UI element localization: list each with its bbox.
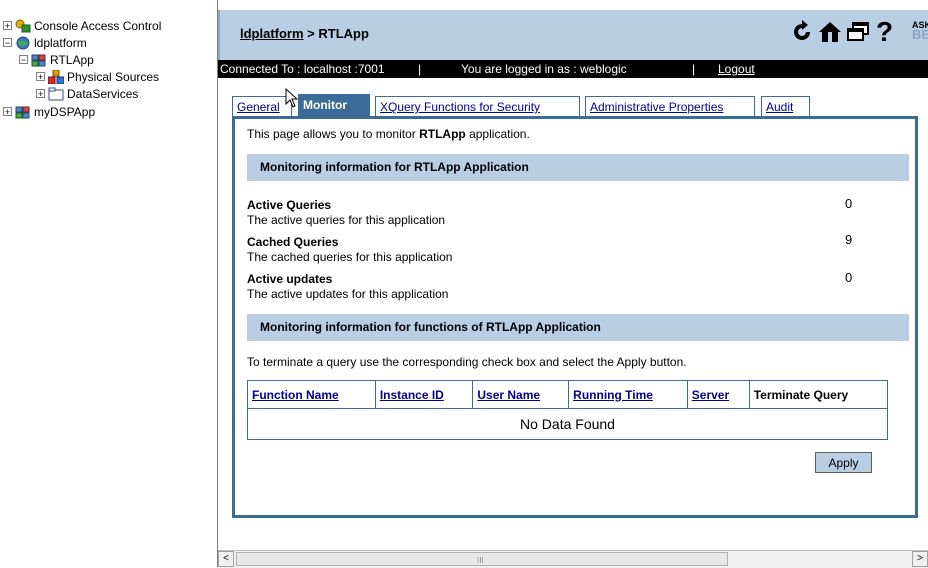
- header-edge: [218, 10, 220, 60]
- tree-item-label: Console Access Control: [34, 18, 162, 33]
- metric-label-active-updates: Active updates: [247, 272, 333, 286]
- tab-general[interactable]: General: [232, 96, 292, 116]
- status-separator: |: [692, 62, 696, 76]
- metric-value-active-updates: 0: [845, 270, 853, 285]
- metric-label-cached-queries: Cached Queries: [247, 235, 339, 249]
- apply-button[interactable]: Apply: [815, 452, 872, 473]
- tree-item-mydspapp[interactable]: + myDSPApp: [3, 103, 95, 119]
- table-row: No Data Found: [247, 408, 888, 440]
- section-header-app-monitoring: Monitoring information for RTLApp Applic…: [247, 154, 909, 181]
- intro-suffix: application.: [465, 127, 530, 141]
- column-function-name[interactable]: Function Name: [247, 380, 376, 409]
- collapse-icon[interactable]: −: [3, 38, 12, 48]
- section-header-function-monitoring: Monitoring information for functions of …: [247, 314, 909, 341]
- expand-icon[interactable]: +: [36, 89, 45, 99]
- tree-item-rtlapp[interactable]: − RTLApp: [19, 51, 94, 67]
- column-server[interactable]: Server: [686, 380, 750, 409]
- table-header-row: Function Name Instance ID User Name Runn…: [247, 380, 889, 409]
- scroll-right-button[interactable]: >: [912, 551, 928, 567]
- column-user-name[interactable]: User Name: [472, 380, 570, 409]
- tree-item-label: myDSPApp: [34, 104, 96, 119]
- status-bar: Connected To : localhost :7001 | You are…: [218, 60, 928, 78]
- tab-audit[interactable]: Audit: [761, 96, 810, 116]
- ask-bea-logo[interactable]: ASK BE: [912, 20, 928, 41]
- collapse-icon[interactable]: −: [19, 55, 28, 65]
- expand-icon[interactable]: +: [36, 72, 45, 82]
- status-separator: |: [418, 62, 422, 76]
- tree-item-console-access-control[interactable]: + Console Access Control: [3, 17, 161, 33]
- windows-icon[interactable]: [846, 20, 870, 47]
- access-control-icon: [15, 19, 31, 33]
- logout-link[interactable]: Logout: [718, 60, 755, 78]
- help-icon[interactable]: ?: [876, 18, 893, 46]
- intro-app-name: RTLApp: [419, 127, 466, 141]
- application-icon: [15, 105, 31, 119]
- expand-icon[interactable]: +: [3, 21, 12, 31]
- tree-item-label: DataServices: [67, 86, 139, 101]
- tree-container: + Console Access Control − ldplatform − RTL…: [0, 0, 217, 567]
- scroll-grip: III: [477, 556, 484, 565]
- scroll-thumb[interactable]: III: [236, 552, 728, 566]
- tree-item-dataservices[interactable]: + DataServices: [36, 85, 138, 101]
- tree-item-ldplatform[interactable]: − ldplatform: [3, 34, 87, 50]
- tree-item-label: Physical Sources: [67, 69, 160, 84]
- tab-monitor[interactable]: Monitor: [298, 94, 370, 116]
- tab-administrative-properties[interactable]: Administrative Properties: [585, 96, 755, 116]
- ask-brand: BE: [912, 27, 928, 42]
- breadcrumb-separator: >: [303, 26, 319, 41]
- folder-icon: [48, 87, 64, 101]
- metric-desc-cached-queries: The cached queries for this application: [247, 250, 453, 264]
- content-frame: ldplatform > RTLApp ? ASK BE Connected To…: [218, 0, 928, 568]
- globe-icon: [15, 36, 31, 50]
- tab-xquery-functions-for-security[interactable]: XQuery Functions for Security: [375, 96, 580, 116]
- metric-desc-active-updates: The active updates for this application: [247, 287, 449, 301]
- metric-value-active-queries: 0: [845, 196, 853, 211]
- mouse-cursor-icon: [285, 87, 299, 111]
- metric-desc-active-queries: The active queries for this application: [247, 213, 446, 227]
- column-instance-id[interactable]: Instance ID: [374, 380, 474, 409]
- metric-value-cached-queries: 9: [845, 232, 853, 247]
- tree-item-label: ldplatform: [34, 35, 87, 50]
- terminate-hint-text: To terminate a query use the correspondi…: [247, 355, 687, 369]
- logged-in-text: You are logged in as : weblogic: [461, 62, 627, 76]
- breadcrumb: ldplatform > RTLApp: [240, 26, 369, 41]
- breadcrumb-current: RTLApp: [318, 26, 369, 41]
- navigation-tree: + Console Access Control − ldplatform − RTL…: [0, 0, 218, 567]
- application-icon: [31, 53, 47, 67]
- connected-to-text: Connected To : localhost :7001: [220, 62, 385, 76]
- empty-table-message: No Data Found: [247, 408, 888, 440]
- home-icon[interactable]: [818, 20, 842, 47]
- column-running-time[interactable]: Running Time: [568, 380, 688, 409]
- tree-item-physical-sources[interactable]: + Physical Sources: [36, 68, 160, 85]
- breadcrumb-link-ldplatform[interactable]: ldplatform: [240, 26, 304, 41]
- metric-label-active-queries: Active Queries: [247, 198, 332, 212]
- scroll-left-button[interactable]: <: [218, 551, 234, 567]
- intro-text: This page allows you to monitor RTLApp a…: [247, 127, 530, 141]
- tree-item-label: RTLApp: [50, 52, 94, 67]
- monitor-panel: This page allows you to monitor RTLApp a…: [232, 116, 918, 518]
- column-terminate-query: Terminate Query: [748, 380, 889, 409]
- physical-sources-icon: [47, 69, 65, 85]
- functions-table: Function Name Instance ID User Name Runn…: [247, 380, 889, 440]
- refresh-icon[interactable]: [790, 20, 814, 47]
- horizontal-scrollbar[interactable]: < III >: [218, 550, 928, 568]
- expand-icon[interactable]: +: [3, 107, 12, 117]
- intro-prefix: This page allows you to monitor: [247, 127, 420, 141]
